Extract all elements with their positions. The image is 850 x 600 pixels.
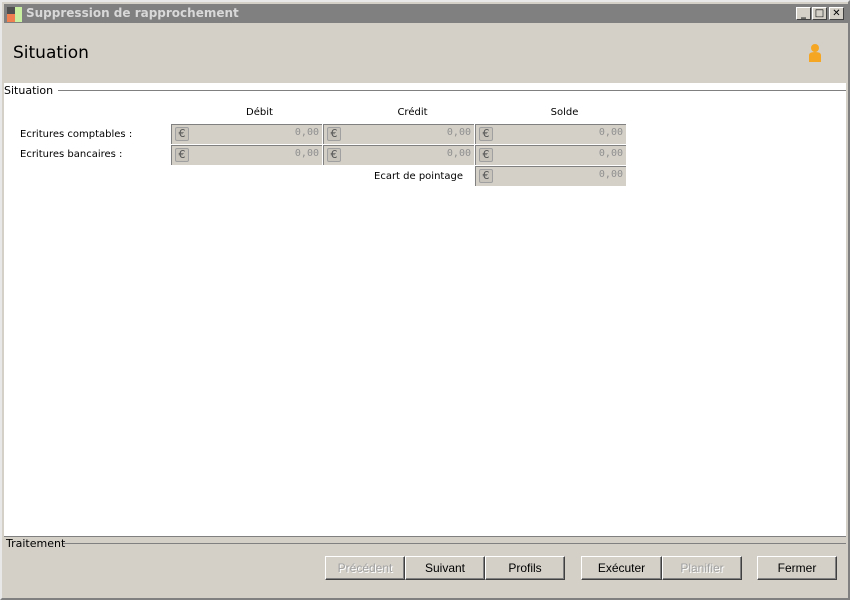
euro-icon[interactable]: € bbox=[327, 127, 341, 141]
euro-icon[interactable]: € bbox=[479, 169, 493, 183]
schedule-button[interactable]: Planifier bbox=[662, 556, 742, 580]
close-button[interactable]: ✕ bbox=[829, 7, 844, 20]
profiles-button[interactable]: Profils bbox=[485, 556, 565, 580]
euro-icon[interactable]: € bbox=[327, 148, 341, 162]
comptables-credit-field[interactable]: €0,00 bbox=[323, 124, 474, 144]
column-header-solde: Solde bbox=[550, 107, 579, 118]
content-bottom-border bbox=[4, 536, 846, 537]
close-dialog-button[interactable]: Fermer bbox=[757, 556, 837, 580]
situation-divider bbox=[58, 90, 846, 91]
bancaires-credit-field[interactable]: €0,00 bbox=[323, 145, 474, 165]
column-header-credit: Crédit bbox=[397, 107, 428, 118]
maximize-button[interactable]: □ bbox=[812, 7, 827, 20]
comptables-debit-field[interactable]: €0,00 bbox=[171, 124, 322, 144]
euro-icon[interactable]: € bbox=[175, 148, 189, 162]
row-label-comptables: Ecritures comptables : bbox=[20, 129, 133, 140]
traitement-legend: Traitement bbox=[6, 537, 66, 550]
traitement-divider bbox=[62, 543, 846, 544]
window-title: Suppression de rapprochement bbox=[26, 6, 239, 20]
ecart-label: Ecart de pointage bbox=[374, 171, 463, 182]
execute-button[interactable]: Exécuter bbox=[581, 556, 662, 580]
app-icon bbox=[7, 7, 22, 22]
euro-icon[interactable]: € bbox=[175, 127, 189, 141]
title-bar: Suppression de rapprochement _ □ ✕ bbox=[4, 4, 848, 23]
situation-legend: Situation bbox=[4, 84, 57, 97]
bancaires-solde-field[interactable]: €0,00 bbox=[475, 145, 626, 165]
ecart-field[interactable]: €0,00 bbox=[475, 166, 626, 186]
column-header-debit: Débit bbox=[246, 107, 273, 118]
person-icon bbox=[809, 44, 821, 62]
row-label-bancaires: Ecritures bancaires : bbox=[20, 149, 123, 160]
bancaires-debit-field[interactable]: €0,00 bbox=[171, 145, 322, 165]
minimize-button[interactable]: _ bbox=[796, 7, 811, 20]
euro-icon[interactable]: € bbox=[479, 127, 493, 141]
euro-icon[interactable]: € bbox=[479, 148, 493, 162]
previous-button[interactable]: Précédent bbox=[325, 556, 405, 580]
next-button[interactable]: Suivant bbox=[405, 556, 485, 580]
page-title: Situation bbox=[13, 43, 89, 63]
comptables-solde-field[interactable]: €0,00 bbox=[475, 124, 626, 144]
